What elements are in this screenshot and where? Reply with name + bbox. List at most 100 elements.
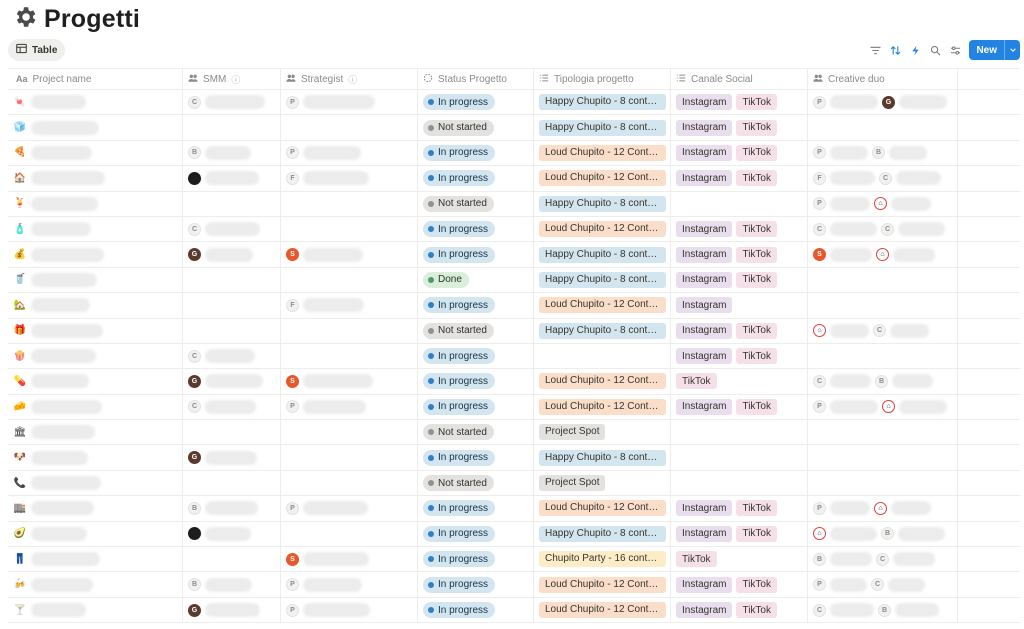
cell-status[interactable]: In progress [418,572,534,597]
canale-tag[interactable]: TikTok [676,373,717,390]
tipologia-tag[interactable]: Happy Chupito - 8 contenuti [539,119,666,136]
canale-tag[interactable]: TikTok [736,398,777,415]
cell-canale-social[interactable] [671,420,808,445]
canale-tag[interactable]: Instagram [676,398,733,415]
cell-strategist[interactable] [281,521,418,547]
cell-status[interactable]: Not started [418,318,534,343]
canale-tag[interactable]: Instagram [676,119,733,136]
cell-strategist[interactable]: S [281,547,418,572]
cell-strategist[interactable] [281,115,418,140]
cell-canale-social[interactable] [671,191,808,216]
cell-project-name[interactable]: 👖 [8,547,183,572]
cell-canale-social[interactable]: Instagram TikTok [671,597,808,623]
cell-tipologia[interactable]: Loud Chupito - 12 Contenuti [534,572,671,597]
cell-strategist[interactable]: P [281,496,418,521]
sort-icon[interactable] [889,44,901,56]
cell-canale-social[interactable] [671,470,808,496]
status-badge[interactable]: Done [423,271,469,288]
cell-smm[interactable] [183,166,281,191]
cell-project-name[interactable]: 🍕 [8,140,183,166]
cell-smm[interactable] [183,267,281,293]
cell-strategist[interactable]: P [281,90,418,115]
cell-canale-social[interactable]: Instagram TikTok [671,166,808,191]
cell-canale-social[interactable]: Instagram TikTok [671,343,808,369]
cell-creative-duo[interactable] [808,293,958,318]
status-badge[interactable]: In progress [423,297,496,314]
cell-project-name[interactable]: 🍸 [8,597,183,623]
table-row[interactable]: 🍕 B P In progress Loud Chupito - 12 Contenut… [8,140,1020,167]
status-badge[interactable]: In progress [423,398,496,415]
cell-strategist[interactable] [281,420,418,445]
cell-status[interactable]: Not started [418,420,534,445]
cell-project-name[interactable]: 🍻 [8,572,183,597]
cell-smm[interactable]: C [183,216,281,242]
status-badge[interactable]: Not started [423,119,494,136]
canale-tag[interactable]: TikTok [736,602,777,618]
cell-project-name[interactable]: 🏡 [8,293,183,318]
status-badge[interactable]: In progress [423,246,496,263]
table-row[interactable]: 💊 G S In progress Loud Chupito - 12 Contenut… [8,369,1020,395]
canale-tag[interactable]: TikTok [736,271,777,288]
tipologia-tag[interactable]: Chupito Party - 16 contenuti [539,551,666,568]
cell-tipologia[interactable]: Chupito Party - 16 contenuti [534,547,671,572]
cell-status[interactable]: In progress [418,216,534,242]
cell-status[interactable]: In progress [418,521,534,547]
status-badge[interactable]: Not started [423,475,494,492]
cell-strategist[interactable] [281,267,418,293]
cell-project-name[interactable]: 💊 [8,369,183,394]
canale-tag[interactable]: Instagram [676,525,733,542]
canale-tag[interactable]: TikTok [736,144,777,161]
cell-canale-social[interactable]: Instagram TikTok [671,115,808,140]
canale-tag[interactable]: TikTok [736,221,777,238]
cell-creative-duo[interactable]: ⌂ C [808,318,958,343]
cell-status[interactable]: In progress [418,496,534,521]
table-row[interactable]: 🍬 C P In progress Happy Chupito - 8 contenut… [8,90,1020,116]
cell-status[interactable]: In progress [418,293,534,318]
cell-tipologia[interactable]: Happy Chupito - 8 contenuti [534,90,671,115]
cell-creative-duo[interactable] [808,115,958,140]
cell-project-name[interactable]: 🧊 [8,115,183,140]
cell-status[interactable]: Not started [418,115,534,140]
cell-creative-duo[interactable] [808,445,958,470]
table-row[interactable]: 🏛 Not started Project Spot [8,420,1020,446]
status-badge[interactable]: In progress [423,348,496,365]
table-row[interactable]: 🏠 F In progress Loud Chupito - 12 Contenuti… [8,166,1020,192]
cell-status[interactable]: In progress [418,369,534,394]
tipologia-tag[interactable]: Happy Chupito - 8 contenuti [539,195,666,212]
new-button[interactable]: New [969,40,1020,60]
cell-strategist[interactable] [281,216,418,242]
cell-canale-social[interactable]: TikTok [671,369,808,394]
cell-status[interactable]: In progress [418,90,534,115]
table-row[interactable]: 🏬 B P In progress Loud Chupito - 12 Contenut… [8,496,1020,522]
cell-strategist[interactable]: F [281,293,418,318]
table-row[interactable]: 👖 S In progress Chupito Party - 16 contenut… [8,547,1020,573]
filter-icon[interactable] [869,44,881,56]
tipologia-tag[interactable]: Project Spot [539,475,606,492]
cell-status[interactable]: In progress [418,343,534,369]
cell-tipologia[interactable]: Loud Chupito - 12 Contenuti [534,166,671,191]
column-header-tipologia[interactable]: Tipologia progetto [534,69,671,89]
cell-tipologia[interactable]: Loud Chupito - 12 Contenuti [534,216,671,242]
cell-creative-duo[interactable]: PG [808,90,958,115]
cell-canale-social[interactable]: Instagram TikTok [671,242,808,267]
table-row[interactable]: 🍿 C In progress Instagram TikTok [8,343,1020,370]
canale-tag[interactable]: TikTok [736,322,777,339]
tipologia-tag[interactable]: Loud Chupito - 12 Contenuti [539,297,666,314]
cell-tipologia[interactable]: Loud Chupito - 12 Contenuti [534,597,671,623]
cell-creative-duo[interactable] [808,470,958,496]
cell-smm[interactable]: C [183,394,281,420]
cell-strategist[interactable]: P [281,140,418,166]
cell-tipologia[interactable]: Happy Chupito - 8 contenuti [534,445,671,470]
tipologia-tag[interactable]: Loud Chupito - 12 Contenuti [539,500,666,517]
cell-creative-duo[interactable]: P ⌂ [808,496,958,521]
table-row[interactable]: 🏡 F In progress Loud Chupito - 12 Contenuti… [8,293,1020,319]
tipologia-tag[interactable]: Happy Chupito - 8 contenuti [539,271,666,288]
cell-tipologia[interactable] [534,343,671,369]
table-row[interactable]: 🎁 Not started Happy Chupito - 8 contenuti I… [8,318,1020,344]
cell-creative-duo[interactable]: ⌂ B [808,521,958,547]
cell-project-name[interactable]: 🏠 [8,166,183,191]
cell-tipologia[interactable]: Happy Chupito - 8 contenuti [534,267,671,293]
cell-strategist[interactable]: F [281,166,418,191]
status-badge[interactable]: In progress [423,144,496,161]
table-row[interactable]: 🍸 G P In progress Loud Chupito - 12 Contenut… [8,597,1020,624]
